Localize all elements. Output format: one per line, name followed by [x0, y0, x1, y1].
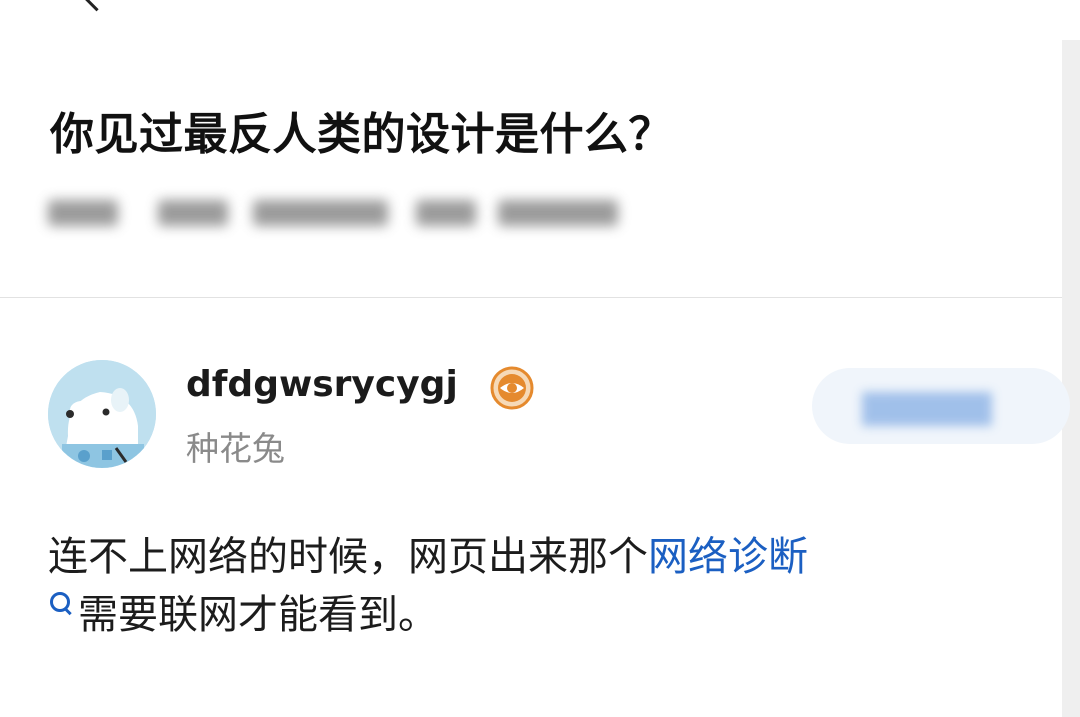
section-divider [0, 297, 1062, 298]
network-diagnosis-link[interactable]: 网络诊断 [648, 534, 808, 580]
search-icon[interactable] [48, 590, 74, 616]
blurred-follow-label [862, 392, 992, 426]
eye-badge-icon [490, 366, 534, 410]
follow-button[interactable] [812, 368, 1070, 444]
answer-text-end: 需要联网才能看到。 [78, 592, 438, 638]
polar-bear-avatar-icon [48, 360, 156, 468]
author-avatar[interactable] [48, 360, 156, 468]
scrollbar[interactable] [1062, 40, 1080, 717]
blurred-question-stats [38, 190, 648, 240]
answer-text-start: 连不上网络的时候，网页出来那个 [48, 534, 648, 580]
author-description: 种花兔 [186, 429, 285, 468]
back-chevron-icon[interactable] [81, 0, 112, 12]
answer-content: 连不上网络的时候，网页出来那个网络诊断 需要联网才能看到。 [48, 528, 1048, 644]
question-title: 你见过最反人类的设计是什么？ [50, 109, 673, 160]
author-name[interactable]: dfdgwsrycygj [186, 364, 458, 405]
